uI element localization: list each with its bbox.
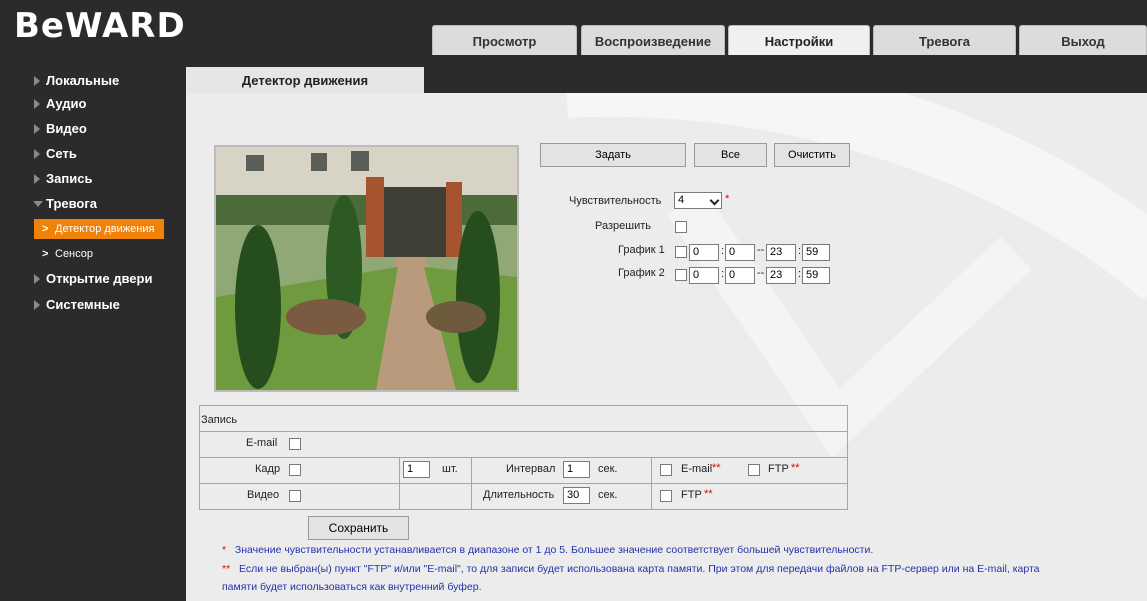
duration-label: Длительность bbox=[483, 489, 555, 501]
sidebar-item-system[interactable]: Системные bbox=[0, 293, 186, 317]
video-ftp-checkbox[interactable] bbox=[660, 490, 672, 502]
schedule-2-start-hour[interactable]: 0 bbox=[689, 267, 719, 284]
frame-ftp-label: FTP bbox=[768, 463, 789, 475]
frame-label: Кадр bbox=[255, 463, 281, 475]
tab-playback[interactable]: Воспроизведение bbox=[581, 25, 725, 55]
arrow-right-icon bbox=[34, 274, 40, 284]
table-border bbox=[199, 483, 848, 484]
range-separator: -- bbox=[757, 267, 765, 279]
tab-alarm[interactable]: Тревога bbox=[873, 25, 1016, 55]
duration-unit: сек. bbox=[598, 489, 618, 501]
required-marker: ** bbox=[791, 462, 800, 474]
time-separator: : bbox=[798, 245, 802, 257]
note-sensitivity: * Значение чувствительности устанавливае… bbox=[222, 544, 874, 556]
tab-exit[interactable]: Выход bbox=[1019, 25, 1147, 55]
table-border bbox=[199, 457, 848, 458]
sidebar-item-audio[interactable]: Аудио bbox=[0, 92, 186, 116]
video-ftp-label: FTP bbox=[681, 489, 702, 501]
frame-count-input[interactable]: 1 bbox=[403, 461, 430, 478]
sidebar-item-network[interactable]: Сеть bbox=[0, 142, 186, 166]
schedule-2-end-minute[interactable]: 59 bbox=[802, 267, 830, 284]
chevron-down-icon bbox=[709, 195, 720, 206]
interval-label: Интервал bbox=[506, 463, 556, 475]
arrow-right-icon bbox=[34, 149, 40, 159]
required-marker: ** bbox=[712, 462, 721, 474]
select-all-button[interactable]: Все bbox=[694, 143, 767, 167]
chevron-right-icon: > bbox=[42, 223, 49, 235]
duration-input[interactable]: 30 bbox=[563, 487, 590, 504]
schedule-1-start-hour[interactable]: 0 bbox=[689, 244, 719, 261]
schedule-1-end-minute[interactable]: 59 bbox=[802, 244, 830, 261]
time-separator: : bbox=[721, 268, 725, 280]
frame-ftp-checkbox[interactable] bbox=[748, 464, 760, 476]
required-marker: * bbox=[725, 193, 730, 205]
tab-view[interactable]: Просмотр bbox=[432, 25, 577, 55]
sidebar-subitem-sensor[interactable]: > Сенсор bbox=[34, 244, 164, 264]
sidebar-item-alarm[interactable]: Тревога bbox=[0, 192, 186, 216]
tab-settings[interactable]: Настройки bbox=[728, 25, 870, 55]
table-border bbox=[471, 457, 472, 509]
table-border bbox=[651, 457, 652, 509]
set-area-button[interactable]: Задать bbox=[540, 143, 686, 167]
sidebar-item-local[interactable]: Локальные bbox=[0, 69, 186, 93]
arrow-right-icon bbox=[34, 99, 40, 109]
video-checkbox[interactable] bbox=[289, 490, 301, 502]
interval-input[interactable]: 1 bbox=[563, 461, 590, 478]
table-border bbox=[199, 405, 848, 406]
arrow-right-icon bbox=[34, 124, 40, 134]
range-separator: -- bbox=[757, 244, 765, 256]
note-storage-continued: памяти будет использоваться как внутренн… bbox=[222, 581, 482, 593]
interval-unit: сек. bbox=[598, 463, 618, 475]
table-border bbox=[199, 509, 848, 510]
record-email-label: E-mail bbox=[246, 437, 278, 449]
sidebar-subitem-motion-detector[interactable]: > Детектор движения bbox=[34, 219, 164, 239]
schedule-2-start-minute[interactable]: 0 bbox=[725, 267, 755, 284]
chevron-right-icon: > bbox=[42, 248, 49, 260]
enable-label: Разрешить bbox=[595, 220, 651, 232]
camera-scene-image bbox=[216, 147, 517, 390]
schedule-1-checkbox[interactable] bbox=[675, 246, 687, 258]
record-title: Запись bbox=[201, 414, 238, 426]
arrow-right-icon bbox=[34, 76, 40, 86]
time-separator: : bbox=[721, 245, 725, 257]
schedule-2-checkbox[interactable] bbox=[675, 269, 687, 281]
beward-logo: BeWARD bbox=[14, 6, 186, 46]
table-border bbox=[199, 431, 848, 432]
sidebar-item-video[interactable]: Видео bbox=[0, 117, 186, 141]
enable-checkbox[interactable] bbox=[675, 221, 687, 233]
frame-email-checkbox[interactable] bbox=[660, 464, 672, 476]
table-border bbox=[399, 457, 400, 509]
arrow-right-icon bbox=[34, 174, 40, 184]
camera-preview[interactable] bbox=[214, 145, 519, 392]
sidebar-item-door-open[interactable]: Открытие двери bbox=[0, 267, 186, 291]
frame-checkbox[interactable] bbox=[289, 464, 301, 476]
required-marker: ** bbox=[704, 488, 713, 500]
record-email-checkbox[interactable] bbox=[289, 438, 301, 450]
save-button[interactable]: Сохранить bbox=[308, 516, 409, 540]
schedule-2-label: График 2 bbox=[618, 267, 665, 279]
note-storage: ** Если не выбран(ы) пункт "FTP" и/или "… bbox=[222, 563, 1040, 575]
time-separator: : bbox=[798, 268, 802, 280]
schedule-1-end-hour[interactable]: 23 bbox=[766, 244, 796, 261]
arrow-down-icon bbox=[33, 201, 43, 207]
sidebar: Локальные Аудио Видео Сеть Запись Тревог… bbox=[0, 67, 186, 601]
schedule-1-start-minute[interactable]: 0 bbox=[725, 244, 755, 261]
sensitivity-label: Чувствительность bbox=[569, 195, 662, 207]
sidebar-item-record[interactable]: Запись bbox=[0, 167, 186, 191]
frame-unit: шт. bbox=[442, 463, 458, 475]
schedule-1-label: График 1 bbox=[618, 244, 665, 256]
arrow-right-icon bbox=[34, 300, 40, 310]
frame-email-label: E-mail bbox=[681, 463, 713, 475]
clear-area-button[interactable]: Очистить bbox=[774, 143, 850, 167]
page-title: Детектор движения bbox=[186, 67, 424, 93]
sensitivity-select[interactable]: 4 bbox=[674, 192, 722, 209]
video-label: Видео bbox=[247, 489, 280, 501]
schedule-2-end-hour[interactable]: 23 bbox=[766, 267, 796, 284]
